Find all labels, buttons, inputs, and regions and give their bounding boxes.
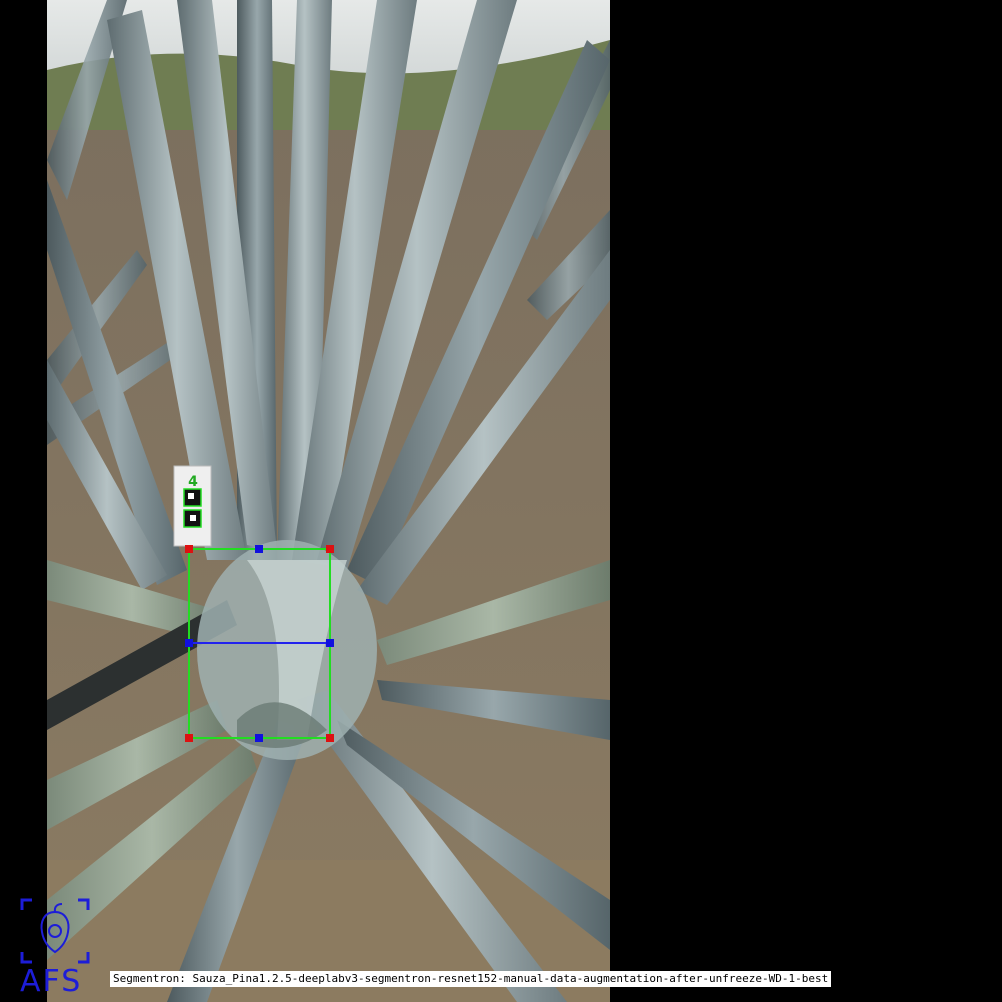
image-canvas: 4 AFS Segmentron: Sauza_Pina1.2.5-deepla… — [0, 0, 1002, 1002]
marker-card: 4 — [173, 465, 212, 547]
marker-card-number: 4 — [188, 474, 198, 490]
logo-text: AFS — [20, 964, 83, 999]
agave-photo: 4 — [47, 0, 610, 1002]
model-caption: Segmentron: Sauza_Pina1.2.5-deeplabv3-se… — [110, 971, 832, 987]
